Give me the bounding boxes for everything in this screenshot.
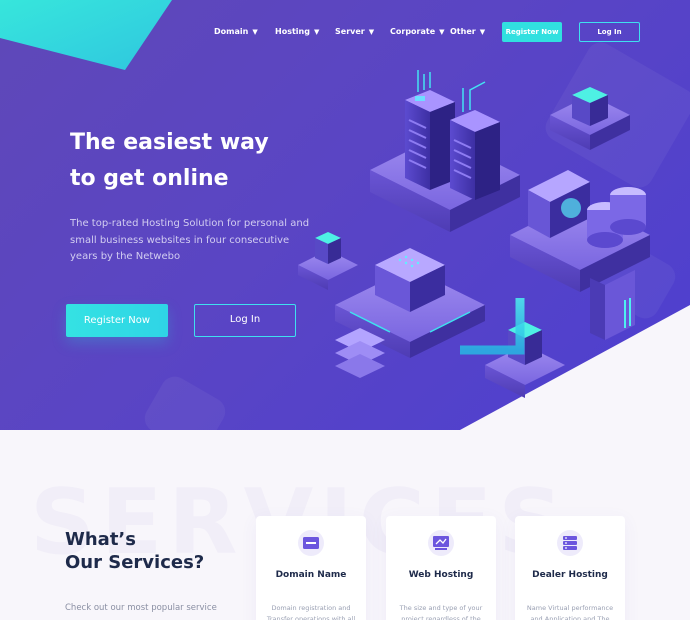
nav-item-corporate[interactable]: Corporate ▼ [390, 22, 445, 42]
nav-login-button[interactable]: Log In [579, 22, 640, 42]
card-title: Domain Name [275, 570, 347, 580]
services-title-line: Our Services? [65, 552, 205, 573]
service-card-web-hosting[interactable]: Web Hosting The size and type of your pr… [386, 516, 496, 620]
caret-down-icon: ▼ [368, 28, 375, 36]
services-title-line: What’s [65, 529, 136, 550]
hero-subtext: The top-rated Hosting Solution for perso… [70, 218, 310, 262]
nav-item-hosting[interactable]: Hosting ▼ [275, 22, 319, 42]
nav-item-other[interactable]: Other ▼ [450, 22, 485, 42]
card-description: The size and type of your project regard… [399, 604, 483, 620]
www-icon [298, 530, 324, 556]
nav-item-domain[interactable]: Domain ▼ [214, 22, 258, 42]
caret-down-icon: ▼ [313, 28, 320, 36]
card-title: Web Hosting [408, 570, 474, 580]
service-card-dealer-hosting[interactable]: Dealer Hosting Name Virtual performance … [515, 516, 625, 620]
hero-login-button[interactable]: Log In [194, 304, 296, 337]
service-card-domain[interactable]: Domain Name Domain registration and Tran… [256, 516, 366, 620]
card-description: Name Virtual performance and Application… [526, 604, 614, 620]
card-title: Dealer Hosting [532, 570, 608, 580]
hero-register-button[interactable]: Register Now [66, 304, 168, 337]
nav-item-label: Domain [214, 27, 249, 36]
caret-down-icon: ▼ [252, 28, 258, 36]
nav-item-server[interactable]: Server ▼ [335, 22, 374, 42]
server-isometric-illustration [298, 70, 650, 398]
nav-item-label: Hosting [275, 27, 310, 36]
nav-item-label: Server [335, 27, 365, 36]
card-description: Domain registration and Transfer operati… [266, 604, 356, 620]
server-icon [557, 530, 583, 556]
monitor-icon [428, 530, 454, 556]
nav-item-label: Other [450, 27, 476, 36]
services-title: What’s Our Services? [65, 528, 245, 574]
caret-down-icon: ▼ [479, 28, 486, 36]
nav-register-button[interactable]: Register Now [502, 22, 562, 42]
nav-item-label: Corporate [390, 27, 436, 36]
caret-down-icon: ▼ [439, 28, 445, 36]
services-subtitle: Check out our most popular service [65, 603, 217, 613]
hero-section: Domain ▼ Hosting ▼ Server ▼ Corporate ▼ Othe… [0, 0, 690, 430]
